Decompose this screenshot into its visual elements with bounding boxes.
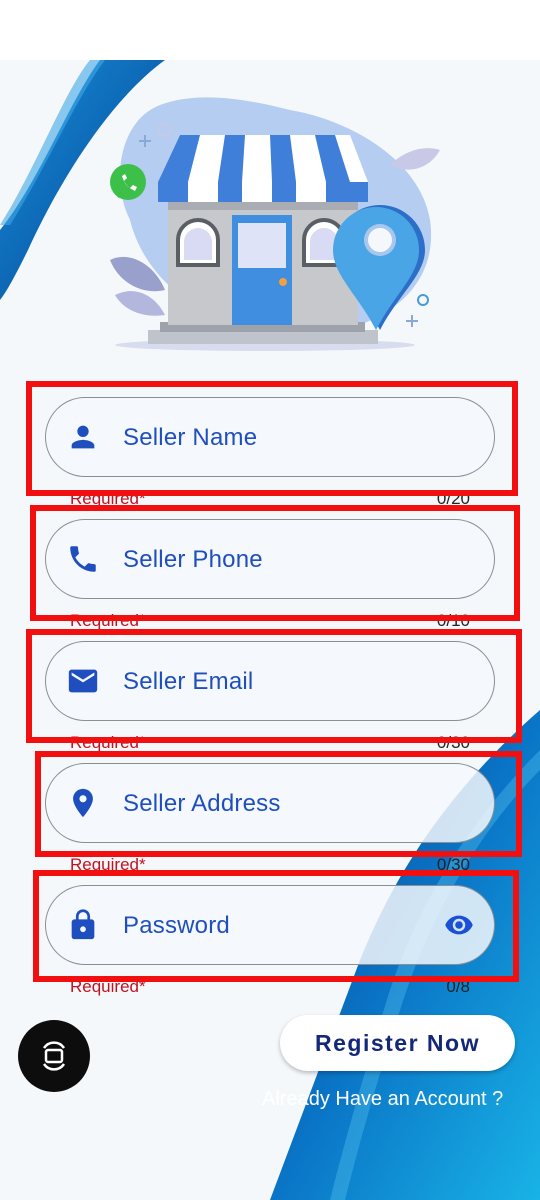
- rotate-screen-icon: [42, 1041, 66, 1071]
- highlight-box-password: [33, 870, 519, 982]
- highlight-box-phone: [30, 505, 520, 621]
- highlight-box-email: [26, 629, 522, 743]
- screen-rotate-button[interactable]: [18, 1020, 90, 1092]
- highlight-box-name: [26, 381, 518, 496]
- register-screen: Seller Name Required* 0/20 Seller Phone …: [0, 60, 540, 1200]
- store-illustration: [110, 97, 440, 351]
- register-now-button[interactable]: Register Now: [280, 1015, 515, 1071]
- highlight-box-address: [35, 751, 522, 857]
- already-have-account-link[interactable]: Already Have an Account ?: [262, 1088, 503, 1111]
